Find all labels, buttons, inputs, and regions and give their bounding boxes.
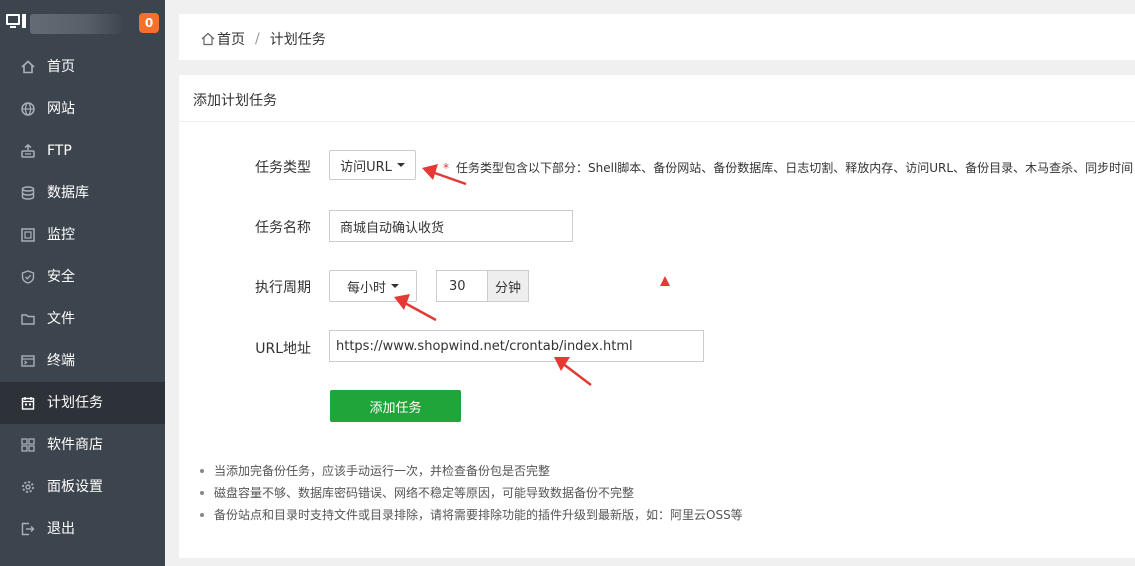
sidebar-item-home[interactable]: 首页 [0, 46, 165, 88]
sidebar-item-label: FTP [47, 143, 72, 159]
sidebar-item-database[interactable]: 数据库 [0, 172, 165, 214]
task-type-hint-text: 任务类型包含以下部分：Shell脚本、备份网站、备份数据库、日志切割、释放内存、… [456, 161, 1134, 175]
sidebar-header: 0 [0, 0, 165, 46]
url-input[interactable]: https://www.shopwind.net/crontab/index.h… [329, 330, 704, 362]
sidebar-item-terminal[interactable]: 终端 [0, 340, 165, 382]
task-name-label: 任务名称 [255, 220, 311, 236]
sidebar-item-files[interactable]: 文件 [0, 298, 165, 340]
panel-header: 添加计划任务 [179, 75, 1135, 122]
folder-icon [21, 312, 35, 326]
server-name-blurred [30, 14, 125, 34]
notification-badge[interactable]: 0 [139, 13, 159, 33]
apps-icon [21, 438, 35, 452]
monitor-icon [21, 228, 35, 242]
url-label: URL地址 [255, 341, 311, 357]
list-item: 当添加完备份任务，应该手动运行一次，并检查备份包是否完整 [199, 463, 743, 485]
url-value: https://www.shopwind.net/crontab/index.h… [336, 338, 633, 354]
caret-down-icon [396, 163, 405, 167]
breadcrumb-separator: / [255, 31, 260, 47]
sidebar-item-label: 终端 [47, 353, 75, 369]
panel-title: 添加计划任务 [193, 93, 277, 109]
terminal-icon [21, 354, 35, 368]
minutes-value: 30 [449, 278, 466, 294]
sidebar-item-label: 数据库 [47, 185, 89, 201]
sidebar-item-panel-settings[interactable]: 面板设置 [0, 466, 165, 508]
minutes-input[interactable]: 30 [436, 270, 488, 302]
period-dropdown[interactable]: 每小时 [329, 270, 417, 302]
add-task-panel: 添加计划任务 任务类型 访问URL * 任务类型包含以下部分：Shell脚本、备份… [179, 75, 1135, 558]
sidebar-item-label: 软件商店 [47, 437, 103, 453]
home-icon [21, 60, 35, 74]
globe-icon [21, 102, 35, 116]
sidebar-item-label: 安全 [47, 269, 75, 285]
sidebar-item-label: 监控 [47, 227, 75, 243]
sidebar-item-security[interactable]: 安全 [0, 256, 165, 298]
required-star: * [443, 161, 449, 175]
sidebar: 0 首页 网站 FTP 数据库 监控 安全 文件 终端 计划任务 软件商店 面板… [0, 0, 165, 566]
home-icon[interactable] [201, 32, 215, 46]
task-name-value: 商城自动确认收货 [340, 220, 445, 236]
task-type-hint: * 任务类型包含以下部分：Shell脚本、备份网站、备份数据库、日志切割、释放内存… [443, 159, 1133, 176]
sidebar-item-label: 计划任务 [47, 395, 103, 411]
add-task-button[interactable]: 添加任务 [330, 390, 461, 422]
breadcrumb: 首页 / 计划任务 [201, 29, 326, 49]
shield-icon [21, 270, 35, 284]
sidebar-item-ftp[interactable]: FTP [0, 130, 165, 172]
sidebar-item-label: 文件 [47, 311, 75, 327]
list-item: 磁盘容量不够、数据库密码错误、网络不稳定等原因，可能导致数据备份不完整 [199, 485, 743, 507]
task-type-label: 任务类型 [255, 160, 311, 176]
calendar-icon [21, 396, 35, 410]
ftp-icon [21, 144, 35, 158]
task-name-input[interactable]: 商城自动确认收货 [329, 210, 573, 242]
notes-list: 当添加完备份任务，应该手动运行一次，并检查备份包是否完整 磁盘容量不够、数据库密… [199, 463, 743, 529]
breadcrumb-current: 计划任务 [269, 32, 326, 48]
logout-icon [21, 522, 35, 536]
database-icon [21, 186, 35, 200]
sidebar-item-website[interactable]: 网站 [0, 88, 165, 130]
list-item: 备份站点和目录时支持文件或目录排除，请将需要排除功能的插件升级到最新版，如：阿里… [199, 507, 743, 529]
task-type-value: 访问URL [340, 159, 392, 175]
breadcrumb-bar: 首页 / 计划任务 [179, 14, 1135, 60]
task-type-dropdown[interactable]: 访问URL [329, 150, 416, 180]
sidebar-item-label: 面板设置 [47, 479, 103, 495]
minutes-unit-addon: 分钟 [487, 270, 529, 302]
gear-icon [21, 480, 35, 494]
period-label: 执行周期 [255, 280, 311, 296]
caret-down-icon [391, 284, 399, 288]
sidebar-item-app-store[interactable]: 软件商店 [0, 424, 165, 466]
sidebar-item-crontab[interactable]: 计划任务 [0, 382, 165, 424]
sidebar-item-monitor[interactable]: 监控 [0, 214, 165, 256]
server-icon [6, 14, 26, 32]
breadcrumb-home-link[interactable]: 首页 [217, 29, 245, 49]
sidebar-item-label: 退出 [47, 521, 75, 537]
sidebar-item-label: 首页 [47, 59, 75, 75]
sidebar-nav: 首页 网站 FTP 数据库 监控 安全 文件 终端 计划任务 软件商店 面板设置… [0, 46, 165, 550]
period-value: 每小时 [346, 280, 386, 296]
sidebar-item-logout[interactable]: 退出 [0, 508, 165, 550]
sidebar-item-label: 网站 [47, 101, 75, 117]
minutes-unit: 分钟 [494, 280, 521, 296]
